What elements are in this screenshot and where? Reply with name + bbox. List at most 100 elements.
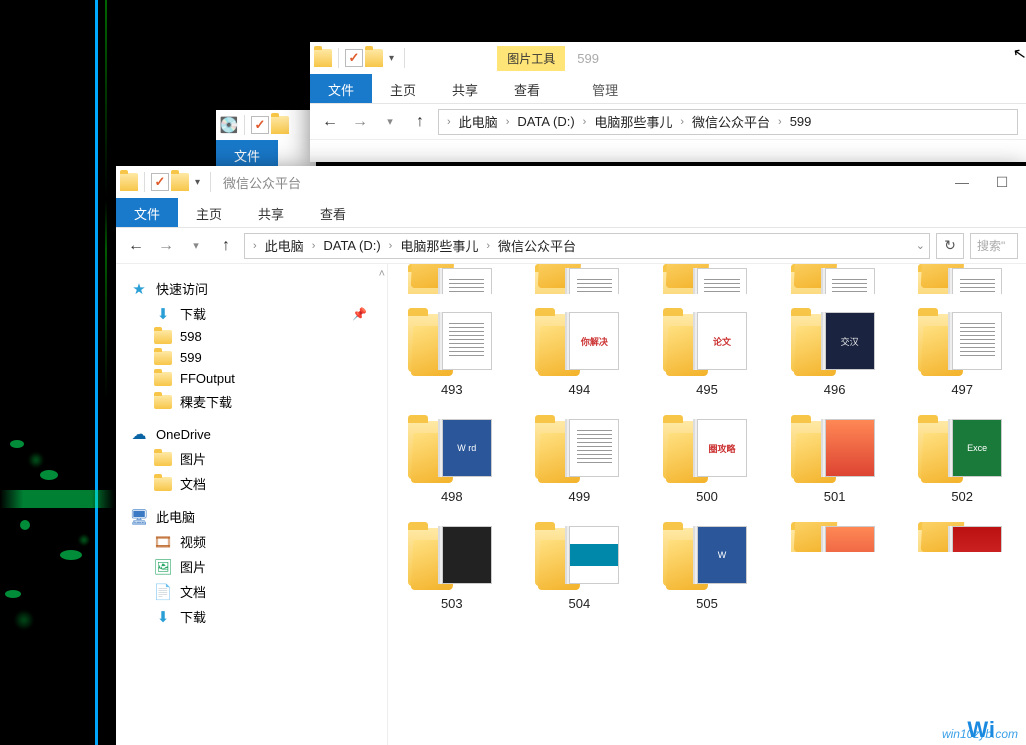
explorer-window-599[interactable]: ✓ ▾ 图片工具 599 文件 主页 共享 查看 管理 ← → ▾ ↑ › 此电… [310,42,1026,162]
nav-sidebar[interactable]: ˄ ★ 快速访问 ⬇ 下载 📌 598 599 FFOutput 稞麦下载 ☁O… [116,264,388,745]
crumb[interactable]: DATA (D:) [317,236,386,255]
explorer-window-middle[interactable]: 💽 ✓ 文件 [216,110,316,170]
sidebar-item-ffoutput[interactable]: FFOutput [116,368,387,389]
sidebar-item-599[interactable]: 599 [116,347,387,368]
sidebar-item-598[interactable]: 598 [116,326,387,347]
folder-item[interactable]: 501 [781,415,889,504]
sidebar-this-pc[interactable]: 🖥此电脑 [116,504,387,529]
tab-home[interactable]: 主页 [372,74,434,103]
maximize-button[interactable]: ☐ [982,168,1022,196]
tab-view[interactable]: 查看 [302,198,364,227]
folder-item[interactable] [908,522,1016,611]
nav-up-icon[interactable]: ↑ [214,234,238,258]
tab-home[interactable]: 主页 [178,198,240,227]
folder-item[interactable]: W rd498 [398,415,506,504]
crumb[interactable]: 此电脑 [259,234,310,257]
sidebar-item-documents[interactable]: 📄文档 [116,579,387,604]
tab-view[interactable]: 查看 [496,74,558,103]
refresh-button[interactable]: ↻ [936,233,964,259]
nav-history-icon[interactable]: ▾ [184,234,208,258]
qat-checkbox-icon[interactable]: ✓ [345,49,363,67]
label: 此电脑 [156,507,195,526]
folder-item[interactable]: 499 [526,415,634,504]
titlebar[interactable]: 💽 ✓ [216,110,316,140]
chevron-right-icon[interactable]: › [680,116,684,128]
address-bar[interactable]: › 此电脑 › DATA (D:) › 电脑那些事儿 › 微信公众平台 › 59… [438,109,1018,135]
titlebar[interactable]: ✓ ▾ 图片工具 599 [310,42,1026,74]
sidebar-item-pictures[interactable]: 图片 [116,446,387,471]
qat-dropdown-icon[interactable]: ▾ [385,53,398,64]
folder-item[interactable]: 你解决494 [526,308,634,397]
tab-manage[interactable]: 管理 [574,74,636,103]
tab-file[interactable]: 文件 [116,198,178,227]
picture-icon: 🖼 [154,558,172,576]
crumb[interactable]: 电脑那些事儿 [588,110,678,133]
chevron-right-icon[interactable]: › [253,240,257,252]
folder-item[interactable]: Exce502 [908,415,1016,504]
tab-file[interactable]: 文件 [310,74,372,103]
tab-share[interactable]: 共享 [240,198,302,227]
nav-back-icon[interactable]: ← [318,110,342,134]
folder-item[interactable]: 圈攻略500 [653,415,761,504]
folder-item[interactable]: 488 [398,264,506,294]
folder-item[interactable]: 492 [908,264,1016,294]
download-icon: ⬇ [154,305,172,323]
folder-item[interactable]: 497 [908,308,1016,397]
crumb[interactable]: DATA (D:) [511,112,580,131]
label: 视频 [180,532,206,551]
folder-item[interactable]: W505 [653,522,761,611]
titlebar[interactable]: ✓ ▾ 微信公众平台 — ☐ [116,166,1026,198]
folder-item[interactable]: 交汉496 [781,308,889,397]
crumb[interactable]: 微信公众平台 [492,234,582,257]
sidebar-item-downloads[interactable]: ⬇ 下载 📌 [116,301,387,326]
sidebar-item-downloads[interactable]: ⬇下载 [116,604,387,629]
nav-back-icon[interactable]: ← [124,234,148,258]
folder-item[interactable]: 论文495 [653,308,761,397]
crumb[interactable]: 电脑那些事儿 [394,234,484,257]
chevron-right-icon[interactable]: › [778,116,782,128]
qat-checkbox-icon[interactable]: ✓ [151,173,169,191]
search-input[interactable]: 搜索" [970,233,1018,259]
folder-item[interactable]: 503 [398,522,506,611]
scroll-up-icon[interactable]: ˄ [379,268,385,280]
crumb[interactable]: 599 [784,112,818,131]
chevron-right-icon[interactable]: › [312,240,316,252]
crumb[interactable]: 此电脑 [453,110,504,133]
sidebar-item-documents[interactable]: 文档 [116,471,387,496]
sidebar-item-videos[interactable]: 🎞视频 [116,529,387,554]
nav-forward-icon[interactable]: → [348,110,372,134]
sidebar-item-pictures[interactable]: 🖼图片 [116,554,387,579]
folder-item[interactable] [781,522,889,611]
sidebar-quick-access[interactable]: ★ 快速访问 [116,276,387,301]
nav-forward-icon[interactable]: → [154,234,178,258]
chevron-right-icon[interactable]: › [583,116,587,128]
tab-share[interactable]: 共享 [434,74,496,103]
folder-item[interactable]: 490 [653,264,761,294]
chevron-right-icon[interactable]: › [506,116,510,128]
tab-file[interactable]: 文件 [216,140,278,169]
folder-icon [154,330,172,344]
nav-up-icon[interactable]: ↑ [408,110,432,134]
qat-folder-icon[interactable] [171,173,189,191]
sidebar-item-kemai[interactable]: 稞麦下载 [116,389,387,414]
chevron-right-icon[interactable]: › [447,116,451,128]
label: FFOutput [180,371,235,386]
explorer-window-wechat[interactable]: ✓ ▾ 微信公众平台 — ☐ 文件 主页 共享 查看 ← → ▾ ↑ › 此电脑… [116,166,1026,745]
chevron-right-icon[interactable]: › [389,240,393,252]
qat-folder-icon[interactable] [365,49,383,67]
chevron-right-icon[interactable]: › [486,240,490,252]
qat-checkbox-icon[interactable]: ✓ [251,116,269,134]
sidebar-onedrive[interactable]: ☁OneDrive [116,422,387,446]
crumb[interactable]: 微信公众平台 [686,110,776,133]
folder-item[interactable]: 491 [781,264,889,294]
qat-dropdown-icon[interactable]: ▾ [191,177,204,188]
folder-content[interactable]: 488 489 490 491 492 493你解决494论文495交汉496497 W … [388,264,1026,745]
drive-icon: 💽 [220,116,238,134]
folder-item[interactable]: 504 [526,522,634,611]
chevron-down-icon[interactable]: ⌄ [916,239,925,252]
folder-item[interactable]: 493 [398,308,506,397]
nav-history-icon[interactable]: ▾ [378,110,402,134]
minimize-button[interactable]: — [942,168,982,196]
address-bar[interactable]: › 此电脑 › DATA (D:) › 电脑那些事儿 › 微信公众平台 ⌄ [244,233,930,259]
folder-item[interactable]: 489 [526,264,634,294]
